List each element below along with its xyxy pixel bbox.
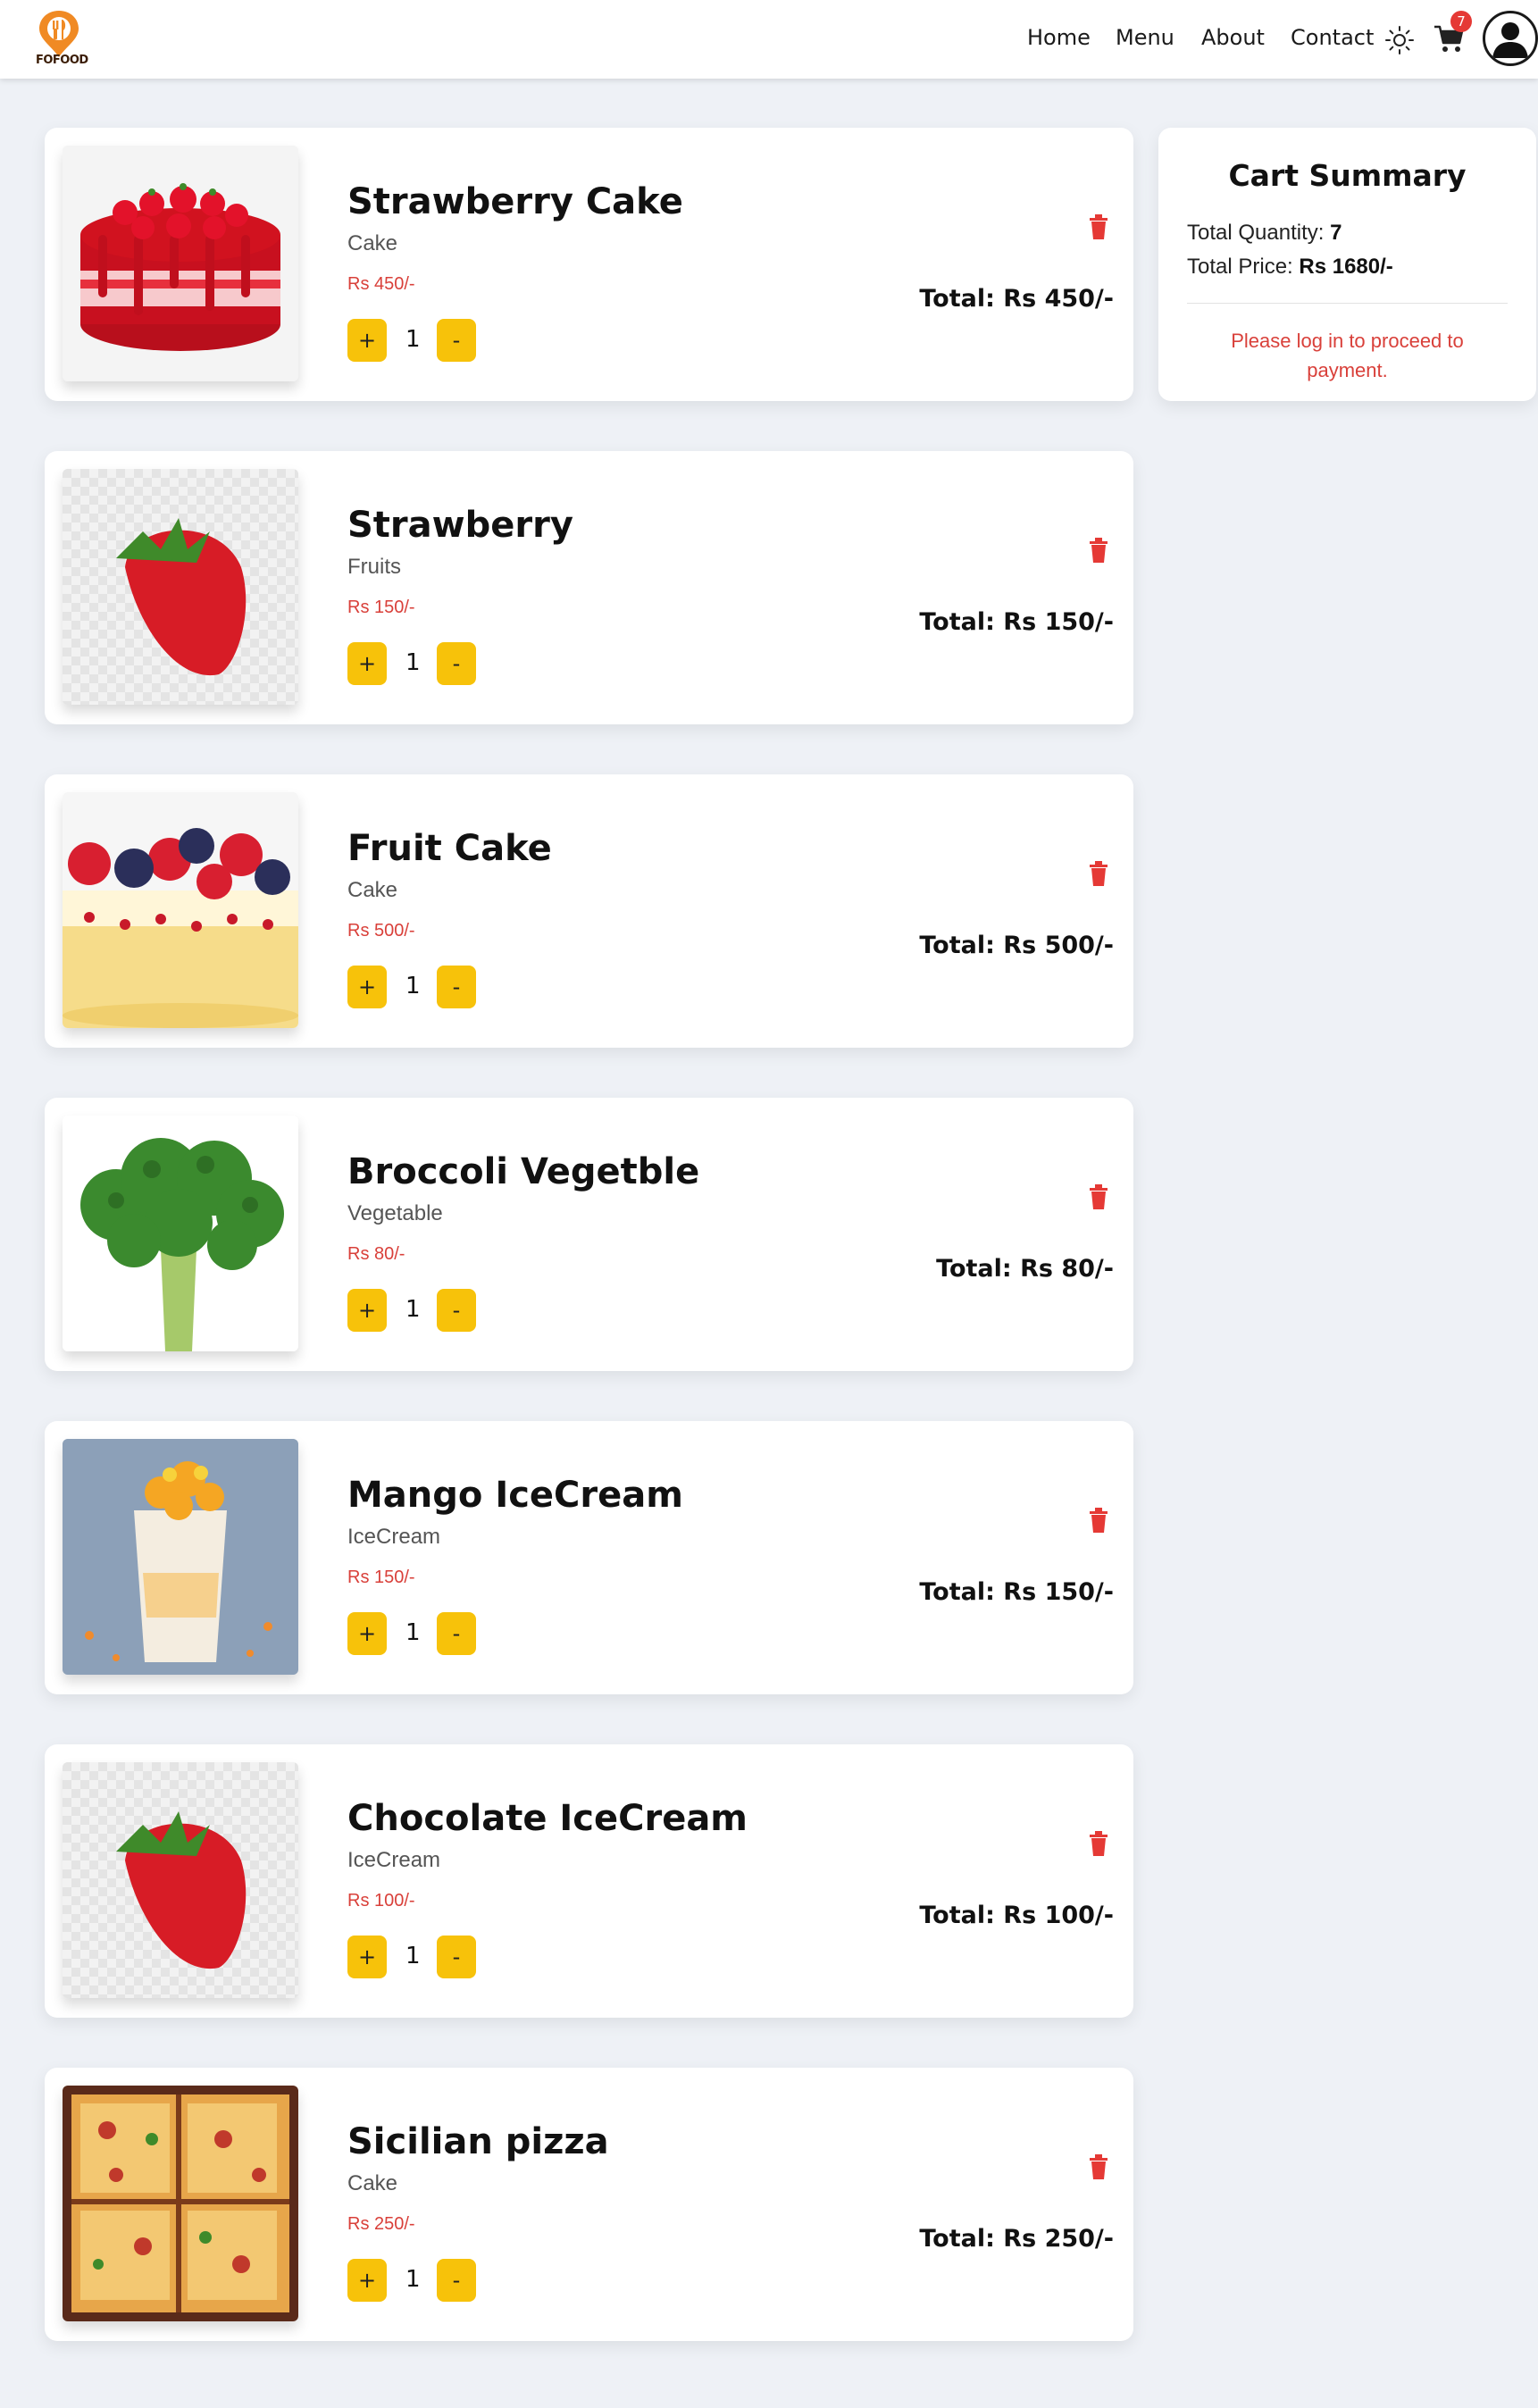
login-required-note: Please log in to proceed to payment. (1231, 330, 1464, 381)
item-quantity: 1 (405, 1943, 421, 1969)
item-quantity: 1 (405, 326, 421, 353)
total-price-label: Total Price: (1187, 255, 1293, 279)
increase-quantity-button[interactable]: + (347, 1936, 387, 1978)
item-name: Sicilian pizza (347, 2121, 609, 2162)
item-total: Total: Rs 100/- (919, 1902, 1114, 1929)
item-image-mango-icecream (63, 1439, 298, 1675)
increase-quantity-button[interactable]: + (347, 642, 387, 685)
item-quantity: 1 (405, 2266, 421, 2293)
cart-summary-title: Cart Summary (1228, 158, 1467, 193)
nav-menu-link[interactable]: Menu (1116, 25, 1174, 50)
nav-home-link[interactable]: Home (1027, 25, 1091, 50)
cart-item-card: Fruit Cake Cake Rs 500/- + 1 - Total: Rs… (45, 774, 1133, 1048)
cart-summary-panel: Cart Summary Total Quantity: 7 Total Pri… (1158, 128, 1536, 401)
decrease-quantity-button[interactable]: - (437, 1612, 476, 1655)
nav-about-link[interactable]: About (1201, 25, 1265, 50)
cart-item-card: Sicilian pizza Cake Rs 250/- + 1 - Total… (45, 2068, 1133, 2341)
summary-divider (1187, 303, 1508, 304)
item-price: Rs 150/- (347, 598, 415, 617)
item-price: Rs 150/- (347, 1568, 415, 1587)
item-category: Vegetable (347, 1201, 443, 1225)
increase-quantity-button[interactable]: + (347, 1289, 387, 1332)
total-quantity-line: Total Quantity: 7 (1187, 221, 1342, 246)
item-price: Rs 100/- (347, 1891, 415, 1911)
delete-item-trash-icon[interactable] (1088, 537, 1109, 564)
item-category: Cake (347, 878, 398, 902)
cart-count-badge: 7 (1450, 11, 1472, 32)
item-price: Rs 500/- (347, 921, 415, 941)
delete-item-trash-icon[interactable] (1088, 1507, 1109, 1534)
decrease-quantity-button[interactable]: - (437, 2259, 476, 2302)
cart-item-card: Chocolate IceCream IceCream Rs 100/- + 1… (45, 1744, 1133, 2018)
item-category: Cake (347, 231, 398, 255)
total-quantity-label: Total Quantity: (1187, 221, 1325, 245)
item-image-strawberry (63, 469, 298, 705)
item-image-pizza (63, 2086, 298, 2321)
item-total: Total: Rs 450/- (919, 285, 1114, 313)
item-name: Chocolate IceCream (347, 1798, 748, 1839)
item-name: Strawberry Cake (347, 181, 683, 222)
navbar: FOFOOD Home Menu About Contact 7 (0, 0, 1538, 79)
item-total: Total: Rs 150/- (919, 1578, 1114, 1606)
item-total: Total: Rs 80/- (936, 1255, 1114, 1283)
item-total: Total: Rs 250/- (919, 2225, 1114, 2253)
decrease-quantity-button[interactable]: - (437, 1289, 476, 1332)
decrease-quantity-button[interactable]: - (437, 1936, 476, 1978)
item-quantity: 1 (405, 973, 421, 999)
item-image-fruit-cake (63, 792, 298, 1028)
item-price: Rs 80/- (347, 1244, 405, 1264)
item-total: Total: Rs 500/- (919, 932, 1114, 959)
item-total: Total: Rs 150/- (919, 608, 1114, 636)
item-price: Rs 450/- (347, 274, 415, 294)
item-name: Fruit Cake (347, 828, 552, 869)
item-category: IceCream (347, 1525, 441, 1549)
cart-item-card: Broccoli Vegetble Vegetable Rs 80/- + 1 … (45, 1098, 1133, 1371)
total-quantity-value: 7 (1330, 221, 1342, 245)
item-image-strawberry (63, 1762, 298, 1998)
item-price: Rs 250/- (347, 2214, 415, 2234)
decrease-quantity-button[interactable]: - (437, 319, 476, 362)
increase-quantity-button[interactable]: + (347, 966, 387, 1008)
item-image-strawberry-cake (63, 146, 298, 381)
item-category: Fruits (347, 555, 401, 579)
increase-quantity-button[interactable]: + (347, 1612, 387, 1655)
logo-text: FOFOOD (36, 54, 88, 67)
decrease-quantity-button[interactable]: - (437, 966, 476, 1008)
theme-toggle-sun-icon[interactable] (1384, 25, 1415, 55)
item-name: Broccoli Vegetble (347, 1151, 700, 1192)
nav-contact-link[interactable]: Contact (1291, 25, 1374, 50)
delete-item-trash-icon[interactable] (1088, 2153, 1109, 2180)
item-category: IceCream (347, 1848, 441, 1872)
delete-item-trash-icon[interactable] (1088, 1183, 1109, 1210)
increase-quantity-button[interactable]: + (347, 319, 387, 362)
decrease-quantity-button[interactable]: - (437, 642, 476, 685)
item-name: Mango IceCream (347, 1475, 683, 1516)
delete-item-trash-icon[interactable] (1088, 860, 1109, 887)
item-category: Cake (347, 2171, 398, 2195)
item-quantity: 1 (405, 1296, 421, 1323)
item-quantity: 1 (405, 649, 421, 676)
user-avatar-icon[interactable] (1483, 11, 1538, 66)
item-quantity: 1 (405, 1619, 421, 1646)
cart-item-card: Mango IceCream IceCream Rs 150/- + 1 - T… (45, 1421, 1133, 1694)
cart-item-card: Strawberry Fruits Rs 150/- + 1 - Total: … (45, 451, 1133, 724)
increase-quantity-button[interactable]: + (347, 2259, 387, 2302)
cart-item-card: Strawberry Cake Cake Rs 450/- + 1 - Tota… (45, 128, 1133, 401)
total-price-value: Rs 1680/- (1299, 255, 1393, 279)
item-name: Strawberry (347, 505, 573, 546)
delete-item-trash-icon[interactable] (1088, 213, 1109, 240)
delete-item-trash-icon[interactable] (1088, 1830, 1109, 1857)
item-image-broccoli (63, 1116, 298, 1351)
total-price-line: Total Price: Rs 1680/- (1187, 255, 1393, 280)
